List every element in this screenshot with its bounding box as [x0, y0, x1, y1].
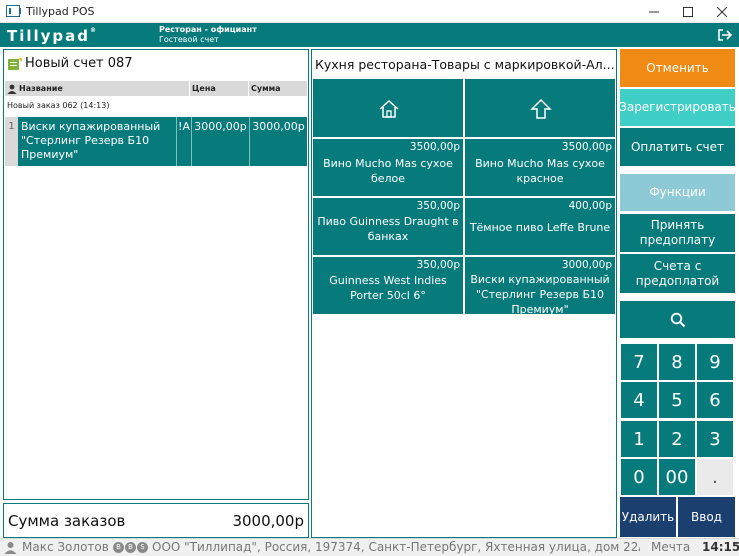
delete-button[interactable]: Удалить: [620, 497, 676, 537]
accept-prepayment-button[interactable]: Принять предоплату: [620, 214, 735, 252]
tile-name: Пиво Guinness Draught в банках: [317, 215, 459, 243]
tile-price: 3500,00р: [561, 141, 612, 153]
home-icon: [379, 99, 399, 118]
tile-name: Guinness West Indies Porter 50cl 6°: [329, 274, 447, 302]
status-indicators: B B S: [113, 542, 148, 553]
order-line[interactable]: Новый заказ 062 (14:13): [7, 101, 109, 110]
prepaid-bills-button[interactable]: Счета с предоплатой: [620, 254, 735, 293]
close-icon[interactable]: [705, 0, 739, 23]
tile-price: 3500,00р: [409, 141, 460, 153]
bill-table-header: Название Цена Сумма: [5, 81, 307, 96]
maximize-icon[interactable]: [671, 0, 705, 23]
key-8[interactable]: 8: [659, 344, 695, 380]
tile-price: 350,00р: [416, 259, 460, 271]
logout-icon[interactable]: [717, 27, 733, 43]
current-user: Макс Золотов: [4, 540, 109, 554]
menu-tile[interactable]: 400,00р Тёмное пиво Leffe Brune: [465, 198, 615, 255]
bill-icon: [8, 57, 22, 70]
user-icon: [4, 541, 17, 554]
nav-up-tile[interactable]: [465, 79, 615, 137]
search-icon: [670, 312, 685, 327]
tile-name: Вино Mucho Mas сухое белое: [323, 157, 453, 185]
key-7[interactable]: 7: [621, 344, 657, 380]
clock: 14:15: [702, 540, 739, 554]
bill-title-text: Новый счет 087: [25, 56, 133, 71]
user-name: Макс Золотов: [22, 540, 109, 554]
total-label: Сумма заказов: [8, 511, 126, 530]
tillypad-logo: Tillypad®: [7, 27, 99, 45]
up-arrow-icon: [530, 98, 552, 119]
column-sum[interactable]: Сумма: [249, 81, 307, 96]
key-6[interactable]: 6: [697, 382, 733, 418]
tile-price: 3000,00р: [561, 259, 612, 271]
column-name[interactable]: Название: [5, 81, 190, 96]
menu-title: Кухня ресторана-Товары с маркировкой-Ал.…: [315, 57, 615, 72]
item-price: 3000,00р: [191, 117, 249, 166]
status-bar: Макс Золотов B B S ООО "Тиллипад", Росси…: [0, 538, 739, 556]
item-mark: !A: [176, 117, 191, 166]
app-icon: [6, 5, 21, 17]
indicator-icon: B: [113, 542, 124, 553]
tile-price: 350,00р: [416, 200, 460, 212]
key-3[interactable]: 3: [697, 421, 733, 457]
key-decimal[interactable]: .: [697, 459, 733, 495]
bill-panel: Новый счет 087 Название Цена Сумма Новый…: [3, 49, 309, 500]
nav-home-tile[interactable]: [313, 79, 463, 137]
title-bar: Tillypad POS: [0, 0, 739, 23]
total-panel: Сумма заказов 3000,00р: [3, 503, 309, 538]
menu-tile[interactable]: 350,00р Guinness West Indies Porter 50cl…: [313, 257, 463, 314]
key-00[interactable]: 00: [659, 459, 695, 495]
person-icon: [7, 84, 17, 94]
header-info: Ресторан - официант Гостевой счет: [159, 25, 257, 45]
item-number: 1: [5, 117, 18, 166]
search-button[interactable]: [620, 301, 735, 338]
terminal-name: Мечта: [651, 540, 691, 554]
total-value: 3000,00р: [232, 511, 304, 530]
minimize-icon[interactable]: [637, 0, 671, 23]
key-2[interactable]: 2: [659, 421, 695, 457]
key-5[interactable]: 5: [659, 382, 695, 418]
header-document: Гостевой счет: [159, 35, 219, 44]
item-name: Виски купажированный "Стерлинг Резерв Б1…: [21, 120, 161, 161]
tile-name: Тёмное пиво Leffe Brune: [469, 221, 611, 234]
bill-title: Новый счет 087: [7, 56, 133, 71]
column-price[interactable]: Цена: [190, 81, 249, 96]
menu-tile[interactable]: 3000,00р Виски купажированный "Стерлинг …: [465, 257, 615, 316]
bill-item-row[interactable]: 1 Виски купажированный "Стерлинг Резерв …: [5, 117, 307, 166]
company-address: ООО "Тиллипад", Россия, 197374, Санкт-Пе…: [152, 540, 640, 554]
tile-name: Вино Mucho Mas сухое красное: [475, 157, 605, 185]
key-4[interactable]: 4: [621, 382, 657, 418]
key-0[interactable]: 0: [621, 459, 657, 495]
menu-tile[interactable]: 3500,00р Вино Mucho Mas сухое красное: [465, 139, 615, 196]
app-header: Tillypad® Ресторан - официант Гостевой с…: [0, 23, 739, 47]
key-1[interactable]: 1: [621, 421, 657, 457]
indicator-icon: B: [125, 542, 136, 553]
pay-bill-button[interactable]: Оплатить счет: [620, 128, 735, 166]
item-sum: 3000,00р: [249, 117, 307, 166]
functions-button[interactable]: Функции: [620, 174, 735, 211]
tile-price: 400,00р: [568, 200, 612, 212]
window-title: Tillypad POS: [26, 4, 95, 18]
menu-panel: Кухня ресторана-Товары с маркировкой-Ал.…: [311, 49, 617, 538]
key-9[interactable]: 9: [697, 344, 733, 380]
cancel-button[interactable]: Отменить: [620, 49, 735, 87]
enter-button[interactable]: Ввод: [678, 497, 735, 537]
header-mode: Ресторан - официант: [159, 25, 257, 34]
register-button[interactable]: Зарегистрировать: [619, 89, 736, 126]
tile-name: Виски купажированный "Стерлинг Резерв Б1…: [470, 273, 610, 316]
indicator-icon: S: [137, 542, 148, 553]
menu-tile[interactable]: 3500,00р Вино Mucho Mas сухое белое: [313, 139, 463, 196]
menu-tile[interactable]: 350,00р Пиво Guinness Draught в банках: [313, 198, 463, 255]
